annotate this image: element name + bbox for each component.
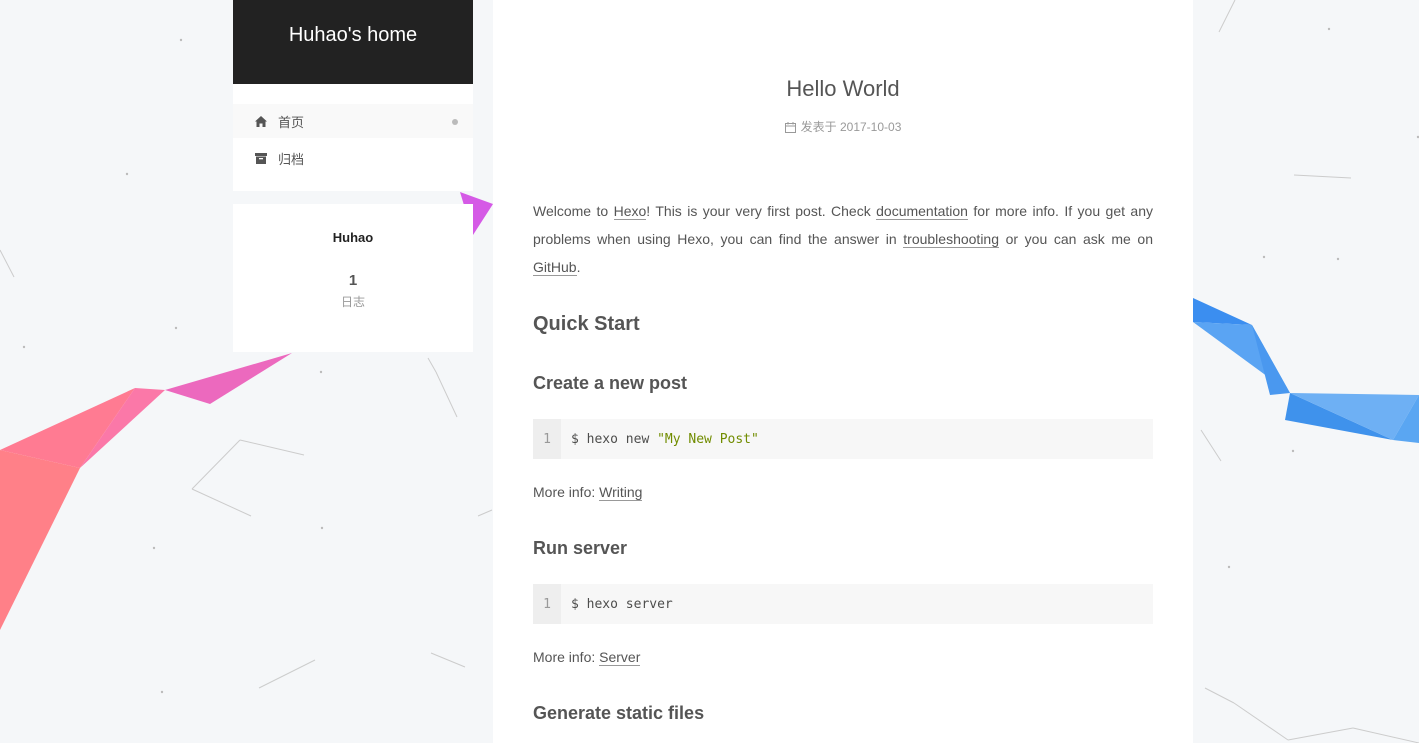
link-github[interactable]: GitHub [533, 259, 577, 276]
intro-paragraph: Welcome to Hexo! This is your very first… [533, 197, 1153, 281]
posts-count[interactable]: 1 [233, 272, 473, 289]
line-number: 1 [533, 419, 561, 459]
more-info-server: More info: Server [533, 649, 641, 666]
code-string: "My New Post" [657, 431, 759, 447]
line-number: 1 [533, 584, 561, 624]
code-command: $ hexo new [571, 431, 658, 447]
code-block-new-post: 1 $ hexo new "My New Post" [533, 419, 1153, 459]
site-title[interactable]: Huhao's home [289, 24, 417, 47]
more-info-label: More info: [533, 649, 600, 665]
link-hexo[interactable]: Hexo [613, 203, 647, 220]
heading-generate-static: Generate static files [533, 703, 705, 723]
link-writing[interactable]: Writing [599, 484, 643, 501]
intro-text: Welcome to [533, 203, 614, 219]
archive-icon [255, 152, 267, 164]
site-brand[interactable]: Huhao's home [233, 0, 473, 84]
author-name: Huhao [332, 230, 374, 245]
heading-quick-start: Quick Start [533, 313, 640, 335]
menu-item-archive[interactable]: 归档 [233, 141, 473, 175]
intro-text: . [576, 259, 581, 275]
heading-run-server: Run server [533, 538, 628, 558]
link-troubleshooting[interactable]: troubleshooting [903, 231, 1000, 248]
author-overview: Huhao 1 日志 [233, 204, 473, 352]
active-indicator-dot [452, 119, 458, 125]
menu-item-home[interactable]: 首页 [233, 104, 473, 138]
menu-item-label: 首页 [278, 114, 305, 130]
post-meta: 发表于 2017-10-03 [493, 118, 1193, 135]
more-info-writing: More info: Writing [533, 484, 643, 501]
heading-create-post: Create a new post [533, 373, 688, 393]
sidebar-menu: 首页 归档 [233, 84, 473, 191]
intro-text: or you can ask me on [999, 231, 1153, 247]
calendar-icon [784, 122, 796, 133]
link-server[interactable]: Server [599, 649, 641, 666]
post-meta-label: 发表于 [800, 120, 837, 134]
posts-label[interactable]: 日志 [233, 293, 473, 310]
code-command: $ hexo server [571, 596, 673, 612]
code-block-server: 1 $ hexo server [533, 584, 1153, 624]
intro-text: ! This is your very first post. Check [646, 203, 877, 219]
post-intro: Welcome to Hexo! This is your very first… [533, 197, 1153, 281]
link-documentation[interactable]: documentation [876, 203, 968, 220]
post-content: Hello World 发表于 2017-10-03 Welcome to He… [493, 0, 1193, 743]
post-title[interactable]: Hello World [493, 76, 1193, 102]
post-date: 2017-10-03 [839, 120, 902, 134]
menu-item-label: 归档 [278, 151, 305, 167]
home-icon [255, 115, 267, 127]
more-info-label: More info: [533, 484, 600, 500]
